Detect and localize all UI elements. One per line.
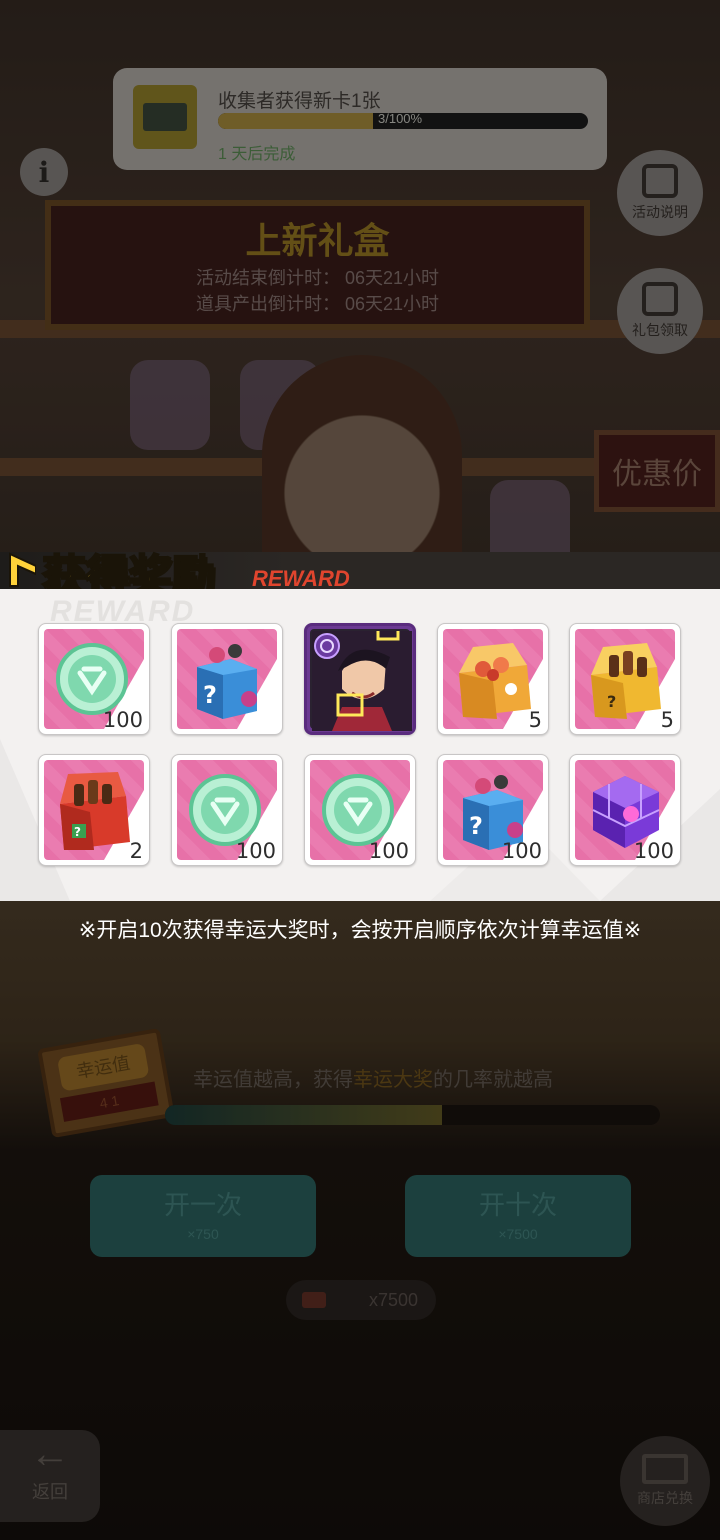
svg-text:?: ? [607,692,616,711]
item-count: 5 [528,708,542,732]
svg-text:?: ? [74,825,81,839]
character-portrait-icon [312,631,412,731]
item-count: 100 [368,839,409,863]
reward-notice: ※开启10次获得幸运大奖时，会按开启顺序依次计算幸运值※ [78,919,642,942]
reward-tile[interactable]: 100 [569,754,681,866]
item-count: 100 [235,839,276,863]
reward-tile[interactable]: 5 [437,623,549,735]
reward-tile[interactable]: 100 [171,754,283,866]
reward-tile-rare[interactable] [304,623,416,735]
item-count: 100 [501,839,542,863]
item-count: 100 [102,708,143,732]
item-count: 100 [633,839,674,863]
food-box-icon [459,643,531,719]
item-count: 2 [129,839,143,863]
reward-tile[interactable]: ? [171,623,283,735]
reward-header: 获得奖励 REWARD [0,538,720,602]
svg-text:?: ? [469,812,483,840]
bracket-icon [9,552,36,587]
item-count: 5 [660,708,674,732]
drink-box-icon: ? [591,643,661,719]
reward-tile[interactable]: ? 100 [437,754,549,866]
reward-tile[interactable]: ? 5 [569,623,681,735]
reward-tile[interactable]: 100 [304,754,416,866]
treasure-chest-icon: ? [60,772,130,850]
svg-text:?: ? [203,681,217,709]
reward-tile[interactable]: ? 2 [38,754,150,866]
reward-tile[interactable]: 100 [38,623,150,735]
mystery-box-icon: ? [197,644,257,719]
